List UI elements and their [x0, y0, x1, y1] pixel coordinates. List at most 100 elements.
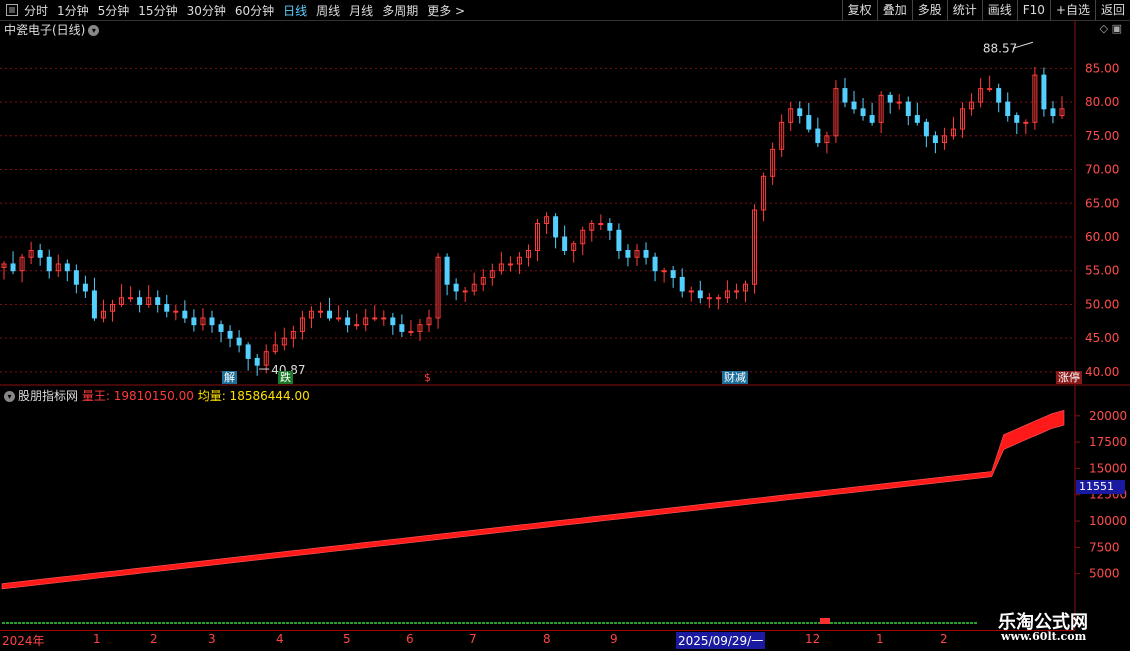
candle-body	[317, 310, 323, 313]
price-tick-label: 40.00	[1085, 365, 1119, 379]
candle-body	[164, 303, 170, 312]
date-label-current: 2025/09/29/一	[676, 632, 766, 649]
vol-tick-label: 5000	[1089, 567, 1120, 581]
candle-body	[923, 121, 929, 137]
candle-body	[869, 115, 875, 123]
candle-body	[797, 108, 803, 117]
candle-body	[697, 290, 703, 299]
candle-body	[218, 324, 224, 332]
date-label: 8	[543, 632, 551, 646]
volume-bands	[1, 410, 1065, 590]
candle-body	[562, 236, 568, 251]
candle-body	[553, 216, 559, 238]
candle-body	[733, 290, 739, 293]
candle-body	[73, 270, 79, 285]
price-tick-label: 70.00	[1085, 163, 1119, 177]
candle-body	[842, 88, 848, 103]
candle-body	[996, 88, 1002, 103]
candle-body	[1050, 108, 1056, 117]
candle-body	[860, 108, 866, 117]
price-tick-label: 50.00	[1085, 297, 1119, 311]
candle-body	[91, 290, 97, 319]
date-label: 4	[276, 632, 284, 646]
candle-body	[987, 88, 993, 91]
candle-body	[896, 101, 902, 104]
candle-body	[173, 310, 179, 313]
price-tick-label: 60.00	[1085, 230, 1119, 244]
date-axis: 2024年 1 2 3 4 5 6 7 8 9 2025/09/29/一 12 …	[0, 630, 1075, 651]
high-value-label: 88.57	[983, 41, 1017, 55]
indicator-dropdown-icon[interactable]: ▾	[4, 391, 15, 402]
candle-body	[399, 324, 405, 332]
date-label: 2024年	[2, 634, 45, 648]
candle-body	[327, 310, 333, 319]
candle-body	[1041, 74, 1047, 110]
candle-body	[1014, 115, 1020, 123]
price-volume-chart[interactable]: 85.00 80.00 75.00 70.00 65.00 60.00 55.00 50.00…	[0, 0, 1130, 650]
candle-body	[46, 256, 52, 272]
candle-body	[37, 249, 43, 258]
candle-body	[661, 270, 667, 273]
candle-body	[236, 337, 242, 346]
candle-body	[688, 290, 694, 293]
candle-body	[652, 256, 658, 272]
date-label: 1	[93, 632, 101, 646]
candle-body	[625, 249, 631, 258]
candle-body	[806, 115, 812, 130]
candle-body	[914, 115, 920, 123]
baseline-red-marker	[820, 618, 830, 624]
price-tick-label: 55.00	[1085, 264, 1119, 278]
date-label: 1	[876, 632, 884, 646]
candle-body	[444, 256, 450, 285]
candle-body	[715, 297, 721, 300]
candle-body	[227, 330, 233, 339]
candle-body	[607, 223, 613, 231]
candle-body	[372, 317, 378, 320]
candle-body	[137, 297, 143, 305]
candle-body	[670, 270, 676, 278]
vol-tick-label: 20000	[1089, 409, 1127, 423]
candle-body	[345, 317, 351, 326]
date-label: 3	[208, 632, 216, 646]
date-label: 2	[150, 632, 158, 646]
price-tick-label: 85.00	[1085, 61, 1119, 75]
candle-body	[932, 135, 938, 144]
candle-body	[679, 276, 685, 292]
event-tag-dollar[interactable]: $	[422, 371, 433, 384]
vol-tick-label: 7500	[1089, 540, 1120, 554]
event-tag-limit-up[interactable]: 涨停	[1056, 371, 1082, 384]
candle-body	[155, 297, 161, 305]
candle-body	[82, 283, 88, 292]
date-label: 6	[406, 632, 414, 646]
price-tick-label: 65.00	[1085, 196, 1119, 210]
date-label: 7	[469, 632, 477, 646]
event-tag-drop[interactable]: 跌	[278, 371, 293, 384]
candle-body	[598, 223, 604, 226]
candle-body	[354, 324, 360, 327]
price-tick-label: 45.00	[1085, 331, 1119, 345]
candle-body	[381, 317, 387, 320]
candle-body	[10, 263, 16, 272]
date-label: 12	[805, 632, 821, 646]
vol-king-label: 量王: 19810150.00	[81, 389, 194, 403]
event-tag-unlock[interactable]: 解	[222, 371, 237, 384]
volume-band	[1, 410, 1065, 590]
current-value-badge: 11551	[1076, 480, 1125, 494]
volume-baseline	[2, 618, 978, 624]
candle-body	[408, 330, 414, 333]
candle-body	[245, 344, 251, 359]
candle-body	[254, 357, 260, 366]
date-label: 2	[940, 632, 948, 646]
candle-body	[905, 101, 911, 117]
indicator-title: ▾ 股朋指标网 量王: 19810150.00 均量: 18586444.00	[4, 387, 310, 404]
candles	[1, 67, 1065, 376]
price-tick-label: 75.00	[1085, 129, 1119, 143]
event-tag-finance[interactable]: 财减	[722, 371, 748, 384]
candle-body	[643, 249, 649, 258]
candle-body	[336, 317, 342, 320]
avg-vol-label: 均量: 18586444.00	[197, 389, 310, 403]
candle-body	[851, 101, 857, 110]
candle-body	[706, 297, 712, 300]
date-label: 9	[610, 632, 618, 646]
candle-body	[887, 94, 893, 103]
